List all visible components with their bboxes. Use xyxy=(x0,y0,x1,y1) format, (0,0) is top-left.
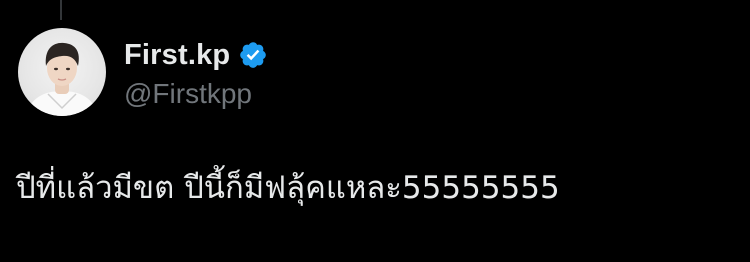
display-name[interactable]: First.kp xyxy=(124,39,230,72)
author-block: First.kp @Firstkpp xyxy=(124,36,268,116)
avatar[interactable] xyxy=(18,28,106,116)
tweet: First.kp @Firstkpp ปีที่แล้วมีขต ปีนี้ก็… xyxy=(0,0,750,262)
name-row: First.kp xyxy=(124,36,268,74)
verified-badge-icon xyxy=(238,40,268,70)
avatar-photo-icon xyxy=(26,42,98,116)
user-handle[interactable]: @Firstkpp xyxy=(124,76,268,112)
tweet-text: ปีที่แล้วมีขต ปีนี้ก็มีฟลุ้คแหละ55555555 xyxy=(16,170,560,206)
thread-connector-line xyxy=(60,0,62,20)
